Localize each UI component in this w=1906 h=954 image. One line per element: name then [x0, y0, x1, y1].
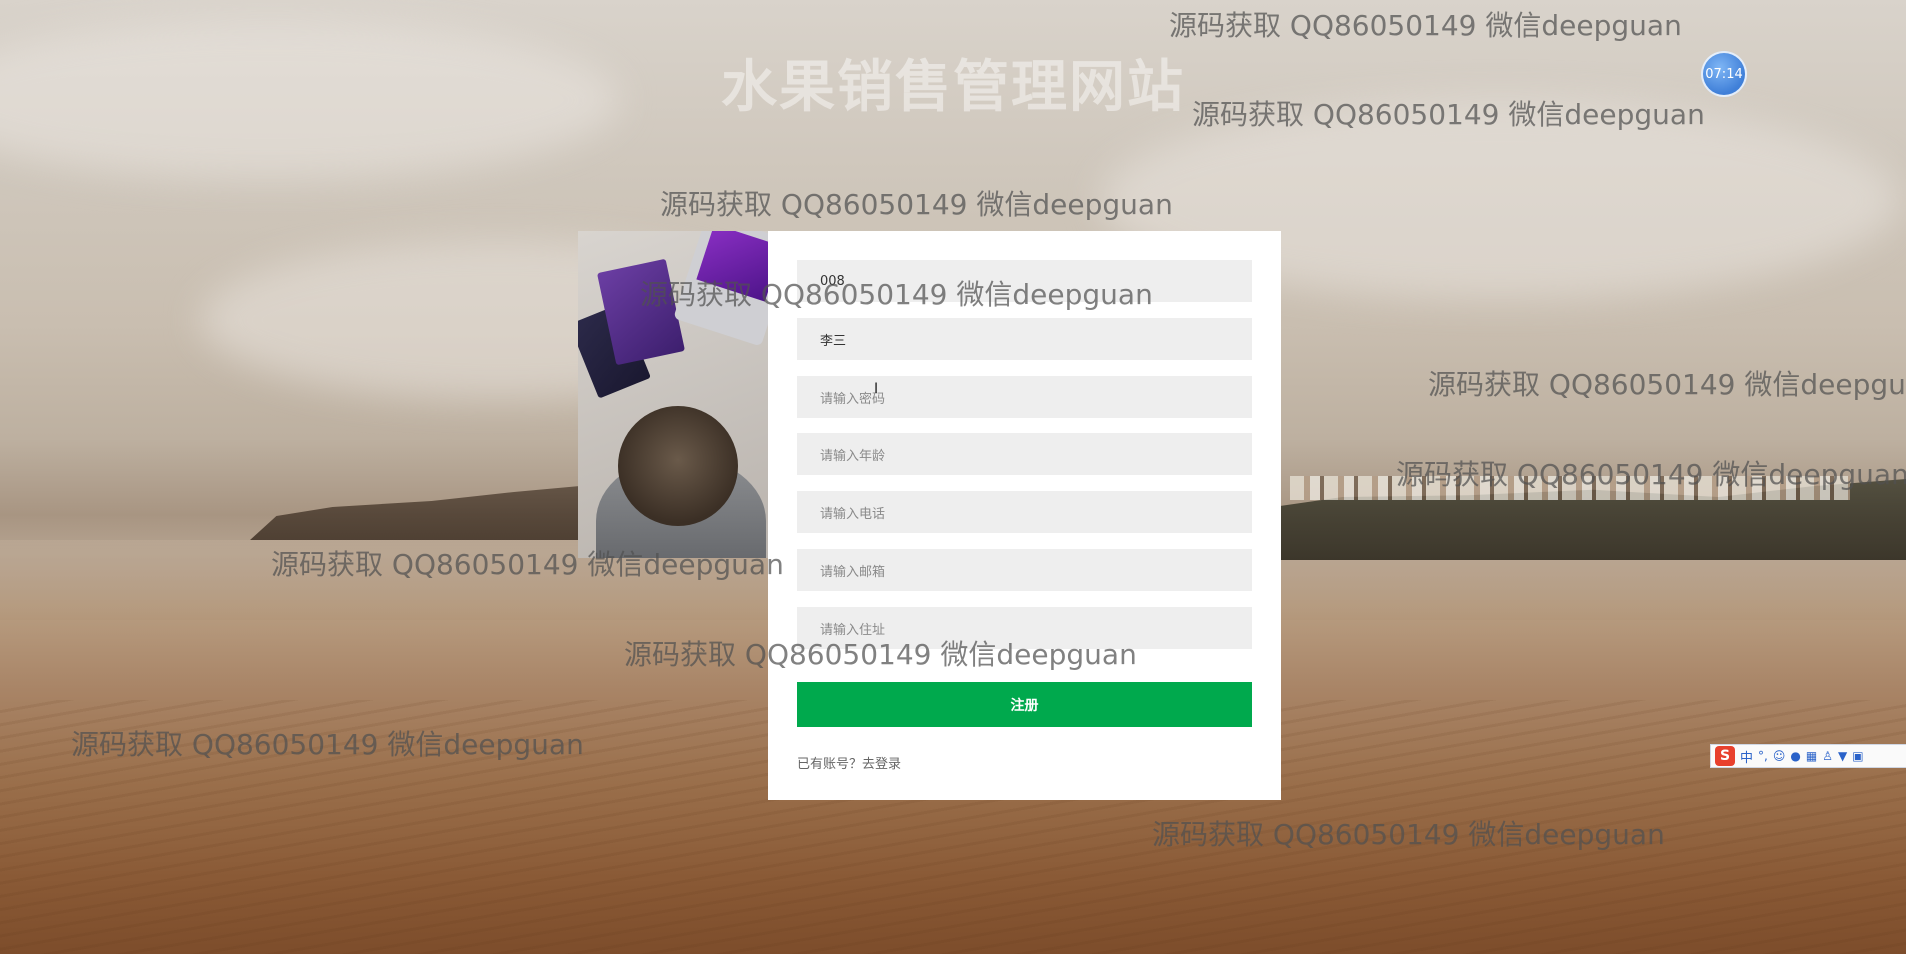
ime-mode-toggle[interactable]: 中	[1740, 747, 1753, 766]
register-button[interactable]: 注册	[797, 682, 1252, 727]
register-form-card: 008 李三 请输入密码 请输入年龄 请输入电话 请输入邮箱 请输入住址 注册 …	[768, 231, 1281, 800]
watermark: 源码获取 QQ86050149 微信deepguan	[1169, 9, 1682, 42]
name-input[interactable]: 李三	[797, 318, 1252, 360]
watermark: 源码获取 QQ86050149 微信deepguan	[1192, 98, 1705, 131]
skin-icon[interactable]: ▼	[1838, 749, 1847, 763]
age-input[interactable]: 请输入年龄	[797, 433, 1252, 475]
sogou-logo-icon[interactable]: S	[1715, 746, 1735, 766]
watermark: 源码获取 QQ86050149 微信deepguan	[1152, 818, 1665, 851]
left-cliff	[250, 486, 580, 540]
microphone-icon[interactable]: ●	[1790, 749, 1800, 763]
punctuation-toggle[interactable]: °,	[1758, 749, 1768, 763]
email-input[interactable]: 请输入邮箱	[797, 549, 1252, 591]
watermark: 源码获取 QQ86050149 微信deepguan	[640, 278, 1153, 311]
go-login-link[interactable]: 已有账号？去登录	[797, 753, 901, 772]
watermark: 源码获取 QQ86050149 微信deepguan	[1428, 368, 1906, 401]
text-cursor-icon: I	[874, 381, 879, 397]
person-head-illustration	[618, 406, 738, 526]
watermark: 源码获取 QQ86050149 微信deepguan	[1396, 458, 1906, 491]
user-icon[interactable]: ♙	[1822, 749, 1833, 763]
watermark: 源码获取 QQ86050149 微信deepguan	[624, 638, 1137, 671]
watermark: 源码获取 QQ86050149 微信deepguan	[660, 188, 1173, 221]
emoji-icon[interactable]: ☺	[1773, 749, 1786, 763]
toolbox-icon[interactable]: ▣	[1852, 749, 1863, 763]
login-page-background: 水果销售管理网站 07:14 008 李三 请输入密码 请输入年龄 请输入电话 …	[0, 0, 1906, 954]
password-input[interactable]: 请输入密码	[797, 376, 1252, 418]
ime-toolbar[interactable]: S 中 °, ☺ ● ▦ ♙ ▼ ▣	[1710, 744, 1906, 768]
clock-widget[interactable]: 07:14	[1701, 51, 1747, 97]
keyboard-icon[interactable]: ▦	[1806, 749, 1817, 763]
phone-input[interactable]: 请输入电话	[797, 491, 1252, 533]
watermark: 源码获取 QQ86050149 微信deepguan	[71, 728, 584, 761]
watermark: 源码获取 QQ86050149 微信deepguan	[271, 548, 784, 581]
